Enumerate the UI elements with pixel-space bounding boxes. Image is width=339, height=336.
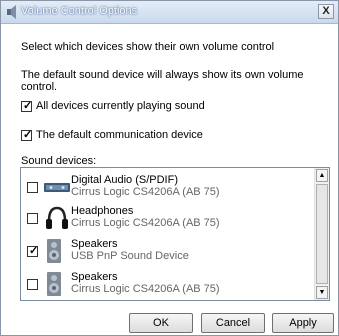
volume-control-options-dialog: Volume Control Options X Select which de… [0,0,339,336]
speakers-icon [47,239,61,263]
list-item-speakers-cirrus[interactable]: Speakers Cirrus Logic CS4206A (AB 75) [21,269,311,299]
device-subtitle: Cirrus Logic CS4206A (AB 75) [71,186,220,198]
title-bar[interactable]: Volume Control Options X [1,1,338,24]
device-checkbox[interactable] [27,182,38,193]
list-item-headphones[interactable]: Headphones Cirrus Logic CS4206A (AB 75) [21,203,311,233]
list-item-speakers-usb[interactable]: ✓ Speakers USB PnP Sound Device [21,236,311,266]
close-button[interactable]: X [318,4,334,19]
device-subtitle: Cirrus Logic CS4206A (AB 75) [71,283,220,295]
window-title: Volume Control Options [21,5,138,17]
scroll-up-button[interactable]: ▲ [316,169,328,182]
cancel-button[interactable]: Cancel [201,313,265,333]
device-name: Speakers [71,238,118,250]
checkmark: ✓ [23,129,33,141]
sound-devices-label: Sound devices: [21,155,97,167]
all-devices-checkbox[interactable]: ✓ [21,100,33,112]
headphones-icon [46,206,68,229]
device-name: Headphones [71,205,134,217]
list-scrollbar[interactable]: ▲ ▼ [314,168,329,300]
digital-audio-icon [44,183,70,192]
all-devices-label: All devices currently playing sound [36,100,205,112]
apply-button[interactable]: Apply [272,313,334,333]
device-subtitle: USB PnP Sound Device [71,250,189,262]
list-item-digital-audio[interactable]: Digital Audio (S/PDIF) Cirrus Logic CS42… [21,172,311,202]
intro-text: Select which devices show their own volu… [21,41,275,53]
checkmark: ✓ [23,100,33,112]
checkmark: ✓ [29,245,39,257]
speaker-icon [7,5,16,19]
device-checkbox[interactable]: ✓ [27,245,39,257]
device-checkbox[interactable] [27,213,38,224]
note-text: The default sound device will always sho… [21,69,304,93]
scroll-thumb[interactable] [316,184,328,284]
device-name: Digital Audio (S/PDIF) [71,174,178,186]
speakers-icon [47,272,61,296]
device-name: Speakers [71,271,118,283]
device-subtitle: Cirrus Logic CS4206A (AB 75) [71,217,220,229]
ok-button[interactable]: OK [129,313,193,333]
scroll-down-button[interactable]: ▼ [316,286,328,299]
communication-device-label: The default communication device [36,129,203,141]
device-checkbox[interactable] [27,279,38,290]
communication-device-checkbox[interactable]: ✓ [21,129,33,141]
sound-devices-list[interactable]: Digital Audio (S/PDIF) Cirrus Logic CS42… [20,167,330,301]
